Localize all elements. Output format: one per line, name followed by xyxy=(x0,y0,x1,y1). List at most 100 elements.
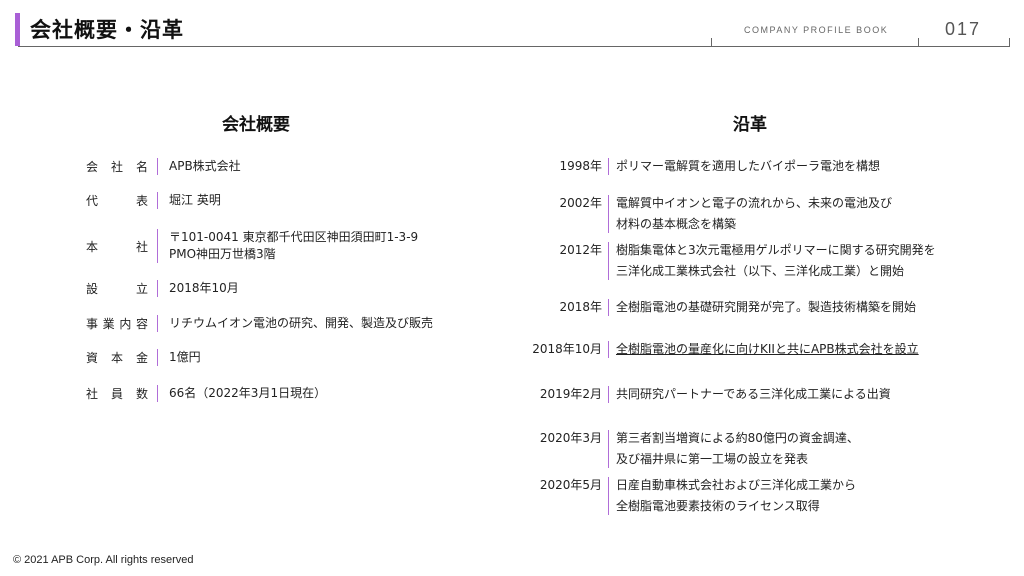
profile-value: 66名（2022年3月1日現在） xyxy=(169,385,326,402)
history-divider xyxy=(608,195,609,233)
profile-value-line: PMO神田万世橋3階 xyxy=(169,247,276,261)
history-row: 2018年 全樹脂電池の基礎研究開発が完了。製造技術構築を開始 xyxy=(512,297,916,318)
history-text-line: 全樹脂電池の量産化に向けKIIと共にAPB株式会社を設立 xyxy=(616,342,919,356)
history-row: 1998年 ポリマー電解質を適用したバイポーラ電池を構想 xyxy=(512,156,880,177)
profile-value-line: 1億円 xyxy=(169,350,201,364)
history-date: 2012年 xyxy=(559,243,602,257)
profile-label: 社員数 xyxy=(86,385,148,402)
profile-row: 本社 〒101-0041 東京都千代田区神田須田町1-3-9 PMO神田万世橋3階 xyxy=(86,229,418,263)
profile-value: 2018年10月 xyxy=(169,280,239,297)
profile-value-line: 66名（2022年3月1日現在） xyxy=(169,386,327,400)
profile-label-char: 員 xyxy=(110,387,123,401)
history-divider xyxy=(608,242,609,280)
history-text-line: 樹脂集電体と3次元電極用ゲルポリマーに関する研究開発を xyxy=(616,243,936,257)
page-title: 会社概要・沿革 xyxy=(30,18,184,42)
profile-label-char: 会 xyxy=(86,160,99,174)
profile-label: 資本金 xyxy=(86,349,148,366)
title-accent-bar xyxy=(15,13,20,46)
history-date: 2018年 xyxy=(559,300,602,314)
history-divider xyxy=(608,299,609,316)
history-text: 電解質中イオンと電子の流れから、未来の電池及び 材料の基本概念を構築 xyxy=(616,193,892,235)
history-text: 共同研究パートナーである三洋化成工業による出資 xyxy=(616,384,891,405)
history-text-line: 第三者割当増資による約80億円の資金調達、 xyxy=(616,431,859,445)
profile-row: 会社名 APB株式会社 xyxy=(86,158,241,175)
profile-label-char: 名 xyxy=(135,160,148,174)
profile-divider xyxy=(157,349,158,366)
history-text: 第三者割当増資による約80億円の資金調達、 及び福井県に第一工場の設立を発表 xyxy=(616,428,859,470)
profile-label-char: 内 xyxy=(119,317,132,331)
history-date: 2002年 xyxy=(559,196,602,210)
profile-label: 代表 xyxy=(86,192,148,209)
profile-label: 本社 xyxy=(86,238,148,255)
history-date: 2020年5月 xyxy=(539,478,602,492)
profile-value-line: リチウムイオン電池の研究、開発、製造及び販売 xyxy=(169,316,434,330)
history-row: 2020年3月 第三者割当増資による約80億円の資金調達、 及び福井県に第一工場の設… xyxy=(512,428,859,470)
profile-value: 堀江 英明 xyxy=(169,192,221,209)
header-tick xyxy=(918,38,919,46)
profile-label-char: 容 xyxy=(135,317,148,331)
profile-divider xyxy=(157,192,158,209)
history-row: 2002年 電解質中イオンと電子の流れから、未来の電池及び 材料の基本概念を構築 xyxy=(512,193,892,235)
profile-label: 事業内容 xyxy=(86,315,148,332)
profile-label-char: 社 xyxy=(110,160,123,174)
profile-row: 設立 2018年10月 xyxy=(86,280,239,297)
history-text-line: ポリマー電解質を適用したバイポーラ電池を構想 xyxy=(616,159,881,173)
history-text-line: 共同研究パートナーである三洋化成工業による出資 xyxy=(616,387,891,401)
history-heading: 沿革 xyxy=(733,115,767,135)
profile-value: APB株式会社 xyxy=(169,158,241,175)
profile-label: 設立 xyxy=(86,280,148,297)
history-row: 2012年 樹脂集電体と3次元電極用ゲルポリマーに関する研究開発を 三洋化成工業株式… xyxy=(512,240,936,282)
profile-label-char: 業 xyxy=(102,317,115,331)
history-row: 2018年10月 全樹脂電池の量産化に向けKIIと共にAPB株式会社を設立 xyxy=(512,339,919,360)
profile-label-char: 社 xyxy=(86,387,99,401)
profile-row: 資本金 1億円 xyxy=(86,349,201,366)
history-date: 2020年3月 xyxy=(539,431,602,445)
history-date: 2019年2月 xyxy=(539,387,602,401)
profile-value-line: 2018年10月 xyxy=(169,281,239,295)
profile-divider xyxy=(157,158,158,175)
profile-row: 事業内容 リチウムイオン電池の研究、開発、製造及び販売 xyxy=(86,315,433,332)
profile-label-char: 設 xyxy=(86,282,99,296)
history-text: 日産自動車株式会社および三洋化成工業から 全樹脂電池要素技術のライセンス取得 xyxy=(616,475,856,517)
profile-label-char: 数 xyxy=(135,387,148,401)
profile-label: 会社名 xyxy=(86,158,148,175)
history-text-line: 電解質中イオンと電子の流れから、未来の電池及び xyxy=(616,196,893,210)
history-text-line: 全樹脂電池要素技術のライセンス取得 xyxy=(616,499,820,513)
copyright: © 2021 APB Corp. All rights reserved xyxy=(13,554,194,566)
history-row: 2019年2月 共同研究パートナーである三洋化成工業による出資 xyxy=(512,384,891,405)
profile-label-char: 資 xyxy=(86,351,99,365)
history-text-line: 全樹脂電池の基礎研究開発が完了。製造技術構築を開始 xyxy=(616,300,917,314)
history-divider xyxy=(608,430,609,468)
profile-divider xyxy=(157,229,158,263)
profile-value: 〒101-0041 東京都千代田区神田須田町1-3-9 PMO神田万世橋3階 xyxy=(169,229,418,263)
profile-value-line: 堀江 英明 xyxy=(169,193,221,207)
history-text: 全樹脂電池の量産化に向けKIIと共にAPB株式会社を設立 xyxy=(616,339,919,360)
header-tick xyxy=(711,38,712,46)
history-divider xyxy=(608,341,609,358)
history-date: 2018年10月 xyxy=(532,342,602,356)
page-number: 017 xyxy=(945,19,982,39)
profile-row: 代表 堀江 英明 xyxy=(86,192,221,209)
profile-divider xyxy=(157,280,158,297)
profile-label-char: 本 xyxy=(110,351,123,365)
profile-value-line: APB株式会社 xyxy=(169,159,241,173)
history-text-line: 三洋化成工業株式会社（以下、三洋化成工業）と開始 xyxy=(616,264,905,278)
history-divider xyxy=(608,477,609,515)
history-date: 1998年 xyxy=(559,159,602,173)
profile-value: 1億円 xyxy=(169,349,201,366)
history-text-line: 日産自動車株式会社および三洋化成工業から xyxy=(616,478,857,492)
profile-label-char: 本 xyxy=(86,239,99,254)
header-tick xyxy=(1009,38,1010,46)
profile-label-char: 表 xyxy=(135,194,148,208)
profile-value: リチウムイオン電池の研究、開発、製造及び販売 xyxy=(169,315,433,332)
header-rule xyxy=(18,46,1010,47)
profile-row: 社員数 66名（2022年3月1日現在） xyxy=(86,385,326,402)
history-text: 樹脂集電体と3次元電極用ゲルポリマーに関する研究開発を 三洋化成工業株式会社（以下… xyxy=(616,240,936,282)
book-label: COMPANY PROFILE BOOK xyxy=(744,25,889,35)
history-text-line: 及び福井県に第一工場の設立を発表 xyxy=(616,452,809,466)
profile-label-char: 立 xyxy=(135,282,148,296)
history-text: ポリマー電解質を適用したバイポーラ電池を構想 xyxy=(616,156,880,177)
history-text: 全樹脂電池の基礎研究開発が完了。製造技術構築を開始 xyxy=(616,297,916,318)
profile-label-char: 金 xyxy=(135,351,148,365)
profile-value-line: 〒101-0041 東京都千代田区神田須田町1-3-9 xyxy=(169,230,419,244)
